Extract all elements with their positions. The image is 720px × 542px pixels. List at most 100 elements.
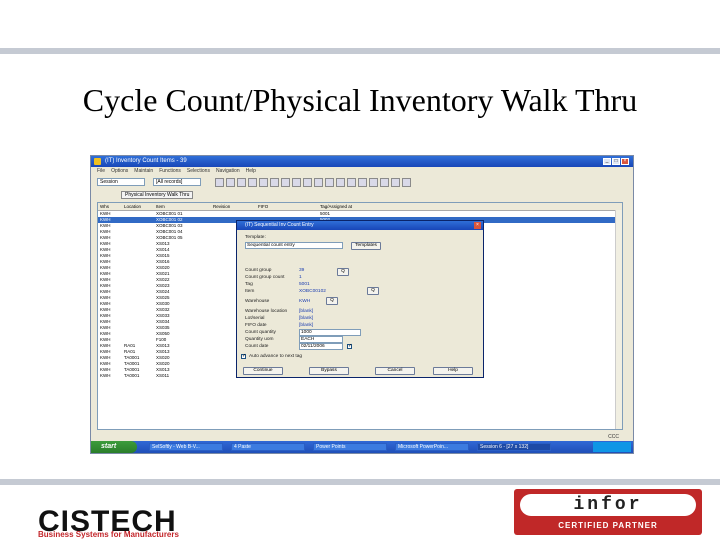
toolbar-icon[interactable]: [402, 178, 411, 187]
bypass-button[interactable]: Bypass: [309, 367, 349, 375]
col-header[interactable]: Whs: [100, 203, 109, 210]
field-label: Count date: [245, 344, 269, 349]
table-cell: XS011: [156, 373, 170, 378]
menu-item[interactable]: File: [97, 168, 105, 174]
field-label: Warehouse: [245, 299, 270, 304]
taskbar-item[interactable]: 4 Paste: [231, 443, 305, 451]
field-value: [blank]: [299, 309, 314, 314]
menu-item[interactable]: Functions: [159, 168, 181, 174]
col-header[interactable]: Revision: [213, 203, 230, 210]
infor-wordmark: infor: [573, 495, 643, 515]
template-label: Template:: [245, 235, 266, 240]
cancel-button[interactable]: Cancel: [375, 367, 415, 375]
continue-button[interactable]: Continue: [243, 367, 283, 375]
field-label: Count group: [245, 268, 272, 273]
toolbar-icon[interactable]: [270, 178, 279, 187]
toolbar-icon[interactable]: [248, 178, 257, 187]
menu-item[interactable]: Options: [111, 168, 128, 174]
status-bar: CCC: [91, 433, 633, 441]
col-header[interactable]: Location: [124, 203, 141, 210]
toolbar-icon[interactable]: [259, 178, 268, 187]
field-input[interactable]: 1000: [299, 329, 361, 336]
field-value: XOBC00102: [299, 289, 326, 294]
toolbar-icon[interactable]: [281, 178, 290, 187]
top-divider: [0, 48, 720, 54]
toolbar-icon[interactable]: [292, 178, 301, 187]
field-value: [blank]: [299, 323, 314, 328]
tab-walk-thru[interactable]: Physical Inventory Walk Thru: [121, 191, 194, 199]
col-header[interactable]: FIFO: [258, 203, 268, 210]
toolbar-icon[interactable]: [226, 178, 235, 187]
cistech-logo: CISTECH Business Systems for Manufacture…: [38, 497, 198, 542]
toolbar-icon[interactable]: [358, 178, 367, 187]
menu-item[interactable]: Navigation: [216, 168, 240, 174]
window-title: (IT) Inventory Count Items - 39: [105, 158, 187, 164]
field-value: 1: [299, 275, 302, 280]
template-select[interactable]: Sequential count entry: [245, 242, 343, 249]
field-label: Warehouse location: [245, 309, 288, 314]
count-group-lookup-button[interactable]: Q: [337, 268, 349, 276]
status-right: CCC: [608, 434, 619, 440]
menu-bar: File Options Maintain Functions Selections Na…: [91, 167, 633, 175]
toolbar-icon[interactable]: [215, 178, 224, 187]
toolbar-icon[interactable]: [336, 178, 345, 187]
field-input[interactable]: 02/11/2006: [299, 343, 343, 350]
field-label: Quantity uom: [245, 337, 274, 342]
toolbar-icon[interactable]: [325, 178, 334, 187]
taskbar-item[interactable]: SelSoftly - Web B-V...: [149, 443, 223, 451]
templates-button[interactable]: Templates: [351, 242, 381, 250]
table-cell: KWH: [100, 373, 111, 378]
taskbar-item[interactable]: Microsoft PowerPoin...: [395, 443, 469, 451]
records-combo[interactable]: [All records]: [153, 178, 201, 186]
close-button[interactable]: ×: [621, 158, 629, 165]
app-icon: [94, 158, 101, 165]
item-lookup-button[interactable]: Q: [367, 287, 379, 295]
field-value: KWH: [299, 299, 311, 304]
session-combo[interactable]: Session: [97, 178, 145, 186]
window-titlebar: (IT) Inventory Count Items - 39 _ □ ×: [91, 156, 633, 167]
slide-title: Cycle Count/Physical Inventory Walk Thru: [82, 82, 638, 118]
infor-tagline: CERTIFIED PARTNER: [558, 521, 658, 530]
help-button[interactable]: Help: [433, 367, 473, 375]
field-label: Lot/serial: [245, 316, 265, 321]
toolbar-icon[interactable]: [314, 178, 323, 187]
count-date-calendar-checkbox[interactable]: ✓: [347, 344, 352, 349]
field-label: Item: [245, 289, 255, 294]
taskbar: start SelSoftly - Web B-V... 4 Paste Pow…: [91, 441, 633, 453]
minimize-button[interactable]: _: [603, 158, 611, 165]
taskbar-item[interactable]: Session 6 - [27 x 132]: [477, 443, 551, 451]
grid-scrollbar[interactable]: [615, 210, 622, 429]
toolbar-icon[interactable]: [347, 178, 356, 187]
toolbar-icon[interactable]: [380, 178, 389, 187]
maximize-button[interactable]: □: [612, 158, 620, 165]
cistech-tagline: Business Systems for Manufacturers: [38, 530, 179, 539]
field-label: Count quantity: [245, 330, 276, 335]
menu-item[interactable]: Help: [246, 168, 256, 174]
menu-item[interactable]: Maintain: [134, 168, 153, 174]
toolbar-icon[interactable]: [369, 178, 378, 187]
application-screenshot: (IT) Inventory Count Items - 39 _ □ × Fi…: [90, 155, 634, 454]
start-button[interactable]: start: [91, 441, 137, 453]
field-value: 39: [299, 268, 305, 273]
col-header[interactable]: Tag/Assigned at: [320, 203, 352, 210]
field-input[interactable]: EACH: [299, 336, 343, 343]
taskbar-item[interactable]: Power Points: [313, 443, 387, 451]
field-label: FIFO date: [245, 323, 267, 328]
dialog-close-button[interactable]: ×: [474, 222, 481, 229]
dialog-title: (IT) Sequential Inv Count Entry: [237, 221, 483, 230]
menu-item[interactable]: Selections: [187, 168, 210, 174]
toolbar-icon[interactable]: [303, 178, 312, 187]
sequential-count-dialog: (IT) Sequential Inv Count Entry × Templa…: [236, 220, 484, 378]
auto-advance-label: Auto advance to next tag: [249, 354, 303, 359]
auto-advance-checkbox[interactable]: ✓: [241, 354, 246, 359]
tray-clock: [593, 442, 631, 452]
toolbar-icon[interactable]: [391, 178, 400, 187]
toolbar-icon[interactable]: [237, 178, 246, 187]
infor-badge: infor: [520, 494, 696, 516]
field-label: Count group count: [245, 275, 285, 280]
table-cell: TA0001: [124, 373, 140, 378]
col-header[interactable]: Item: [156, 203, 165, 210]
field-label: Tag: [245, 282, 253, 287]
field-value: 5001: [299, 282, 310, 287]
warehouse-lookup-button[interactable]: Q: [326, 297, 338, 305]
